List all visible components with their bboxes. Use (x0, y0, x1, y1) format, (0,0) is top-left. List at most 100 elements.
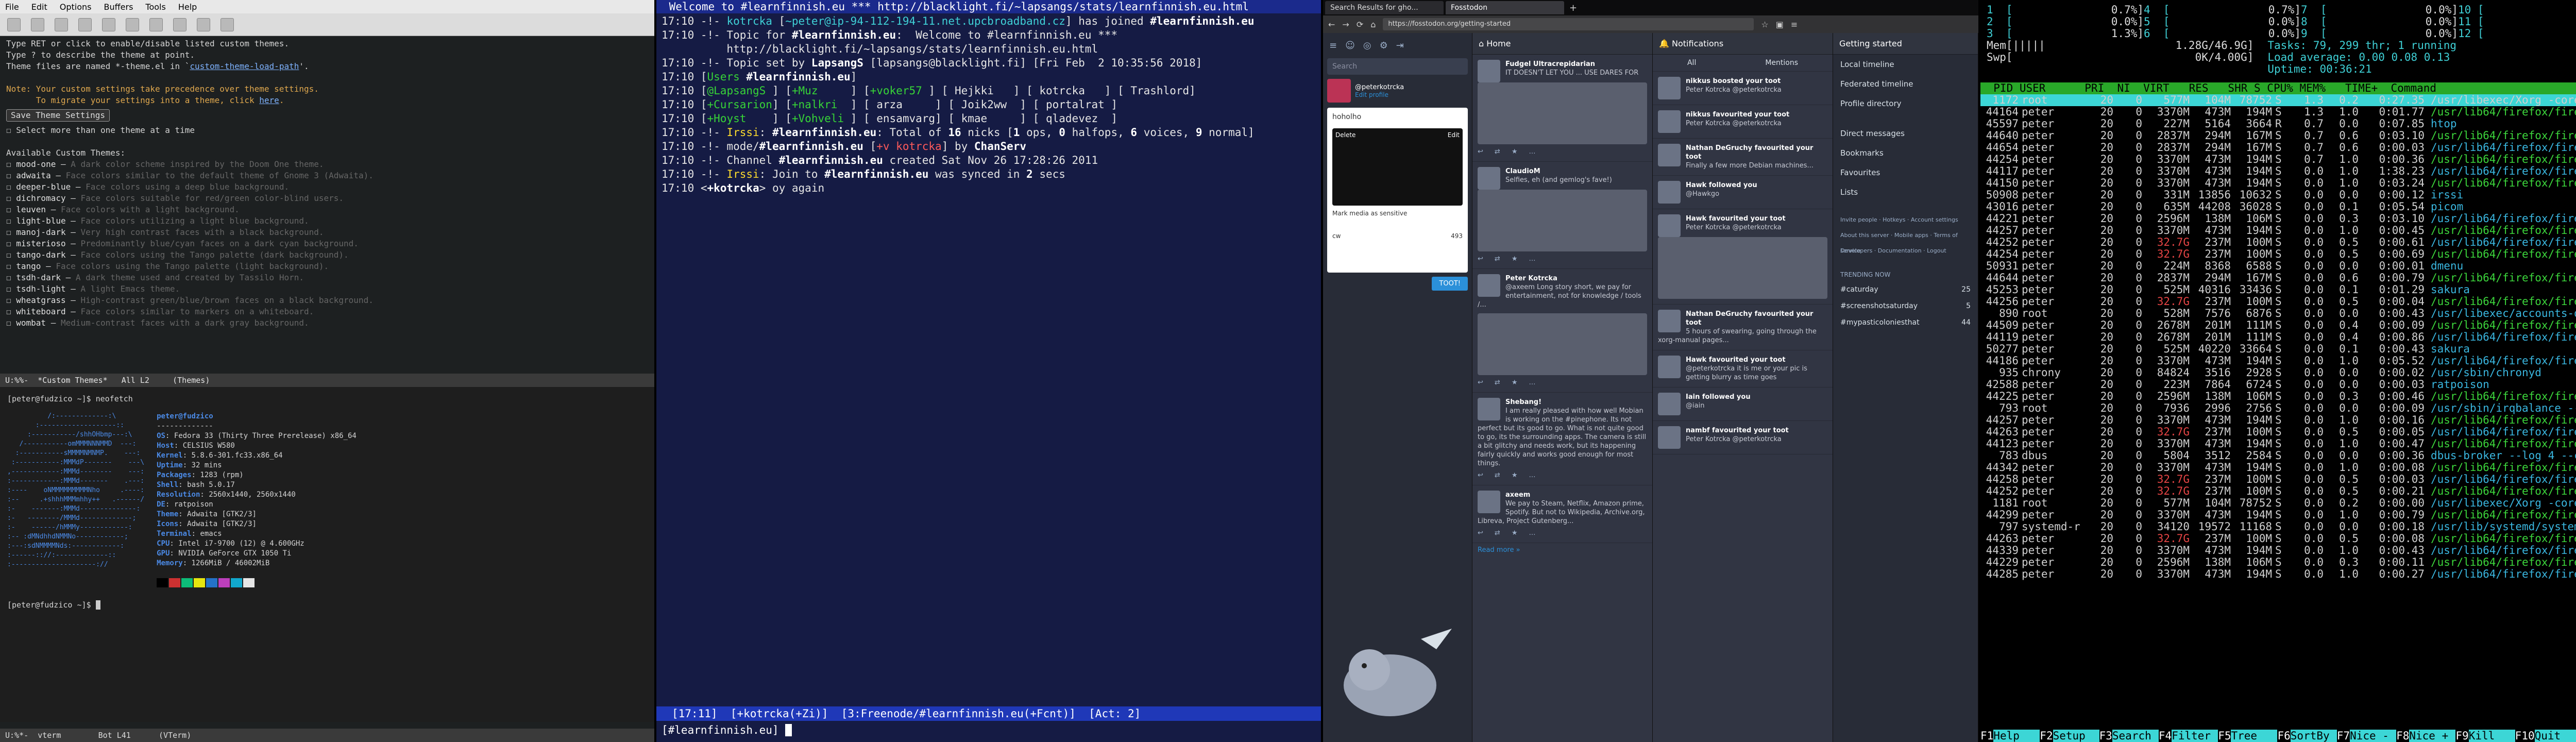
process-row[interactable]: 44257 peter 20 0 3370M 473M 194M S 0.0 1.0 0:00.45… (1980, 225, 2576, 237)
theme-name[interactable]: mood-one (16, 159, 56, 169)
process-row[interactable]: 50277 peter 20 0 525M 40220 33664 S 0.0 0.1 0:00.4… (1980, 343, 2576, 355)
mark-sensitive-checkbox[interactable]: Mark media as sensitive (1332, 210, 1463, 217)
theme-name[interactable]: adwaita (16, 171, 50, 180)
boost-icon[interactable]: ⇄ (1495, 378, 1500, 387)
process-row[interactable]: 935 chrony 20 0 84824 3516 2928 S 0.0 0.0 0:00.02 /… (1980, 367, 2576, 379)
theme-name[interactable]: dichromacy (16, 193, 65, 203)
process-row[interactable]: 44299 peter 20 0 3370M 473M 194M S 0.0 1.0 0:00.79… (1980, 509, 2576, 521)
boost-icon[interactable]: ⇄ (1495, 529, 1500, 537)
theme-row[interactable]: ☐ deeper-blue — Face colors using a deep… (6, 181, 648, 193)
notification-item[interactable]: nikkus favourited your toot Peter Kotrcka… (1653, 105, 1833, 139)
home-column-header[interactable]: ⌂ Home (1472, 33, 1652, 55)
process-row[interactable]: 44342 peter 20 0 3370M 473M 194M S 0.0 1.0 0:00.08… (1980, 462, 2576, 474)
open-directory-icon[interactable] (55, 18, 68, 31)
read-more-link[interactable]: Read more » (1472, 543, 1652, 557)
process-row[interactable]: 44339 peter 20 0 3370M 473M 194M S 0.0 1.0 0:00.43… (1980, 545, 2576, 556)
status-post[interactable]: axeem We pay to Steam, Netflix, Amazon pr… (1472, 485, 1652, 543)
reply-icon[interactable]: ↩ (1478, 529, 1483, 537)
nav-favourites[interactable]: Favourites (1833, 163, 1978, 182)
function-key[interactable]: F10 (2515, 730, 2535, 742)
notification-item[interactable]: Hawk favourited your toot @peterkotrcka i… (1653, 350, 1833, 387)
menu-icon[interactable]: ≡ (1791, 20, 1798, 29)
notification-item[interactable]: nikkus boosted your toot Peter Kotrcka @p… (1653, 72, 1833, 105)
forward-icon[interactable]: → (1342, 20, 1349, 29)
function-key[interactable]: F4 (2158, 730, 2172, 742)
menu-item-help[interactable]: Help (178, 2, 197, 12)
favourite-icon[interactable]: ★ (1512, 378, 1518, 387)
process-row[interactable]: 50908 peter 20 0 331M 13856 10632 S 0.0 0.0 0:00.1… (1980, 189, 2576, 201)
theme-name[interactable]: tango (16, 261, 41, 271)
search-input[interactable]: Search (1327, 58, 1468, 75)
tab-mentions[interactable]: Mentions (1765, 59, 1798, 67)
function-key-label[interactable]: Nice - (2350, 730, 2397, 742)
function-key-label[interactable]: Filter (2172, 730, 2218, 742)
new-tab-icon[interactable]: + (1566, 3, 1577, 13)
notification-item[interactable]: Nathan DeGruchy favourited your toot Fina… (1653, 139, 1833, 176)
process-row[interactable]: 43016 peter 20 0 635M 44208 36028 S 0.0 0.1 0:05.5… (1980, 201, 2576, 213)
function-key-label[interactable]: Quit (2534, 730, 2576, 742)
shell-prompt[interactable]: [peter@fudzico ~]$ (7, 599, 647, 611)
reload-icon[interactable]: ⟳ (1357, 20, 1363, 29)
notification-item[interactable]: Nathan DeGruchy favourited your toot 5 ho… (1653, 305, 1833, 350)
save-theme-settings-button[interactable]: Save Theme Settings (6, 109, 110, 122)
tab-fosstodon[interactable]: Fosstodon (1446, 1, 1564, 14)
function-key[interactable]: F1 (1980, 730, 1994, 742)
edit-profile-link[interactable]: Edit profile (1355, 91, 1404, 98)
status-post[interactable]: Fudgel Ultracrepidarian IT DOESN'T LET YO… (1472, 55, 1652, 162)
avatar[interactable] (1658, 356, 1681, 378)
theme-row[interactable]: ☐ misterioso — Predominantly blue/cyan f… (6, 238, 648, 249)
footer-link-row[interactable]: Developers · Documentation · Logout (1833, 243, 1978, 259)
function-key-label[interactable]: SortBy (2290, 730, 2337, 742)
theme-row[interactable]: ☐ dichromacy — Face colors suitable for … (6, 193, 648, 204)
back-icon[interactable]: ← (1328, 20, 1335, 29)
more-icon[interactable]: … (1529, 529, 1535, 537)
save-icon[interactable] (102, 18, 115, 31)
theme-name[interactable]: tango-dark (16, 250, 65, 260)
gear-icon[interactable]: ⚙ (1380, 40, 1388, 51)
theme-row[interactable]: ☐ mood-one — A dark color scheme inspire… (6, 159, 648, 170)
notification-media[interactable] (1658, 237, 1827, 299)
process-row[interactable]: 1172 root 20 0 577M 104M 78752 S 1.3 0.2 0:27.35/u… (1980, 94, 2576, 106)
notifications-column-header[interactable]: 🔔 Notifications (1653, 33, 1833, 55)
process-row[interactable]: 44117 peter 20 0 3370M 473M 194M S 0.0 1.0 1:38.23… (1980, 165, 2576, 177)
theme-row[interactable]: ☐ wombat — Medium-contrast faces with a … (6, 317, 648, 329)
function-key-label[interactable]: Help (1993, 730, 2040, 742)
open-file-icon[interactable] (31, 18, 44, 31)
menu-item-options[interactable]: Options (60, 2, 92, 12)
more-icon[interactable]: … (1529, 255, 1535, 263)
function-key-label[interactable]: Kill (2468, 730, 2515, 742)
process-row[interactable]: 44509 peter 20 0 2678M 201M 111M S 0.0 0.4 0:00.09… (1980, 319, 2576, 331)
function-key-label[interactable]: Tree (2231, 730, 2278, 742)
favourite-icon[interactable]: ★ (1512, 471, 1518, 480)
copy-icon[interactable] (173, 18, 187, 31)
reply-icon[interactable]: ↩ (1478, 255, 1483, 263)
avatar[interactable] (1658, 144, 1681, 166)
process-row[interactable]: 793 root 20 0 7936 2996 2756 S 0.0 0.0 0:00.09/usr… (1980, 402, 2576, 414)
function-key[interactable]: F2 (2040, 730, 2053, 742)
notification-item[interactable]: nambf favourited your toot Peter Kotrcka … (1653, 421, 1833, 454)
avatar[interactable] (1478, 491, 1500, 513)
notification-item[interactable]: Iain followed you @iain (1653, 387, 1833, 421)
process-row[interactable]: 44186 peter 20 0 3370M 473M 194M S 0.0 1.0 0:05.52… (1980, 355, 2576, 367)
delete-media-button[interactable]: Delete (1335, 131, 1355, 139)
process-row[interactable]: 44640 peter 20 0 2837M 294M 167M S 0.7 0.6 0:03.10… (1980, 130, 2576, 142)
process-row[interactable]: 44285 peter 20 0 3370M 473M 194M S 0.0 1.0 0:00.27… (1980, 568, 2576, 580)
compose-form[interactable]: hoholho Delete Edit Mark media as sensit… (1327, 108, 1468, 273)
theme-name[interactable]: tsdh-light (16, 284, 65, 294)
avatar[interactable] (1658, 393, 1681, 415)
function-key[interactable]: F9 (2455, 730, 2469, 742)
paste-icon[interactable] (197, 18, 210, 31)
process-row[interactable]: 44258 peter 20 0 32.7G 237M 100M S 0.0 0.5 0:00.03… (1980, 474, 2576, 485)
favourite-icon[interactable]: ★ (1512, 147, 1518, 156)
new-file-icon[interactable] (7, 18, 21, 31)
favourite-icon[interactable]: ★ (1512, 529, 1518, 537)
reply-icon[interactable]: ↩ (1478, 471, 1483, 480)
status-author[interactable]: Peter Kotrcka (1478, 274, 1647, 283)
notification-item[interactable]: Hawk followed you @Hawkgo (1653, 176, 1833, 209)
multi-select-checkbox[interactable]: ☐ Select more than one theme at a time (6, 125, 648, 136)
footer-link-row[interactable]: About this server · Mobile apps · Terms … (1833, 228, 1978, 254)
boost-icon[interactable]: ⇄ (1495, 471, 1500, 480)
process-row[interactable]: 44225 peter 20 0 2596M 138M 106M S 0.0 0.3 0:00.46… (1980, 391, 2576, 402)
more-icon[interactable]: … (1529, 471, 1535, 480)
avatar[interactable] (1478, 274, 1500, 297)
